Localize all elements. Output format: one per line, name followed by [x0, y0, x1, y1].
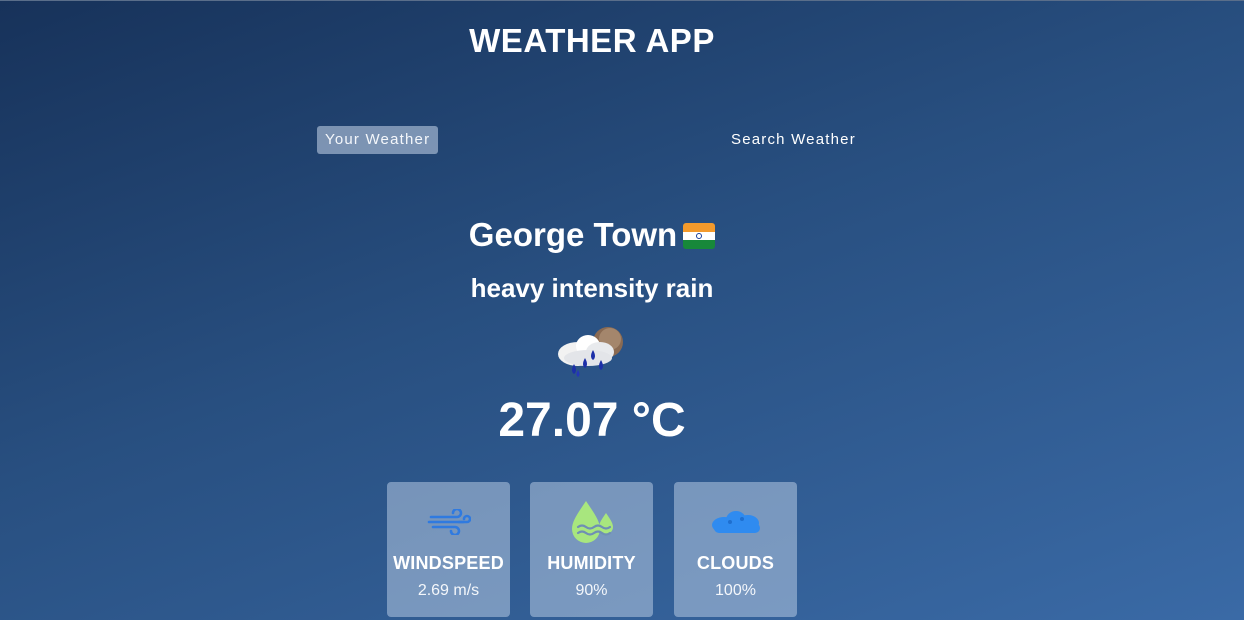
app-title: WEATHER APP [469, 22, 715, 59]
humidity-value: 90% [575, 582, 608, 599]
cloud-icon [674, 498, 797, 546]
city-name: George Town [468, 216, 678, 253]
tab-bar: Your Weather Search Weather [0, 126, 1244, 154]
wind-icon [387, 498, 510, 546]
humidity-card: HUMIDITY 90% [530, 482, 653, 617]
city-heading: George Town [0, 216, 1184, 254]
humidity-drops-icon [530, 498, 653, 546]
window-top-border [0, 0, 1244, 1]
weather-description: heavy intensity rain [470, 273, 714, 303]
india-flag-icon [683, 223, 716, 249]
rain-cloud-sun-icon [552, 320, 632, 380]
tab-your-weather[interactable]: Your Weather [317, 126, 439, 154]
clouds-value: 100% [715, 582, 756, 599]
humidity-label: HUMIDITY [547, 553, 636, 573]
clouds-label: CLOUDS [696, 553, 775, 573]
windspeed-label: WINDSPEED [393, 553, 504, 573]
temperature: 27.07 °C [498, 394, 686, 447]
clouds-card: CLOUDS 100% [674, 482, 797, 617]
windspeed-card: WINDSPEED 2.69 m/s [387, 482, 510, 617]
tab-search-weather[interactable]: Search Weather [723, 126, 864, 154]
windspeed-value: 2.69 m/s [417, 582, 480, 599]
